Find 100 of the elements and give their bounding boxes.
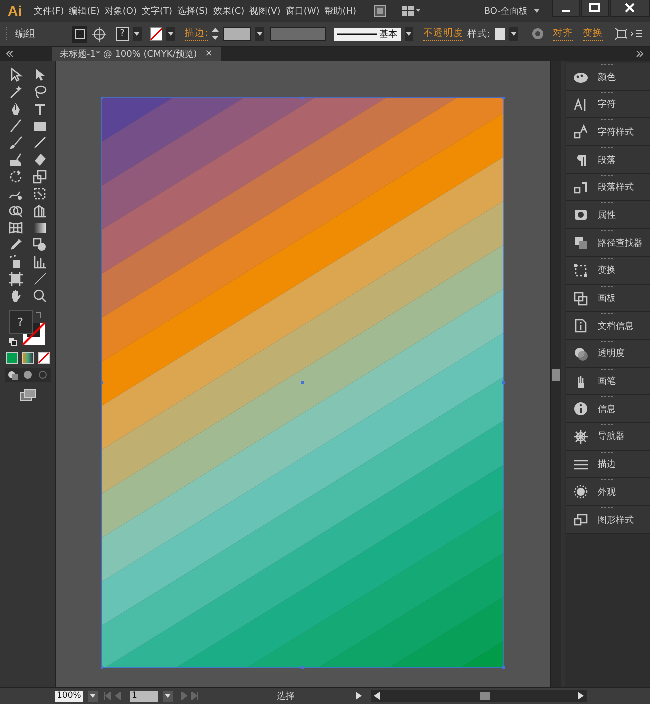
grip-icon[interactable] — [601, 174, 615, 177]
transform-link[interactable]: 变换 — [582, 27, 603, 41]
panel-tab[interactable]: 信息 — [566, 395, 650, 423]
default-colors-icon[interactable] — [8, 338, 16, 346]
menu-item[interactable]: 帮助(H) — [324, 4, 357, 18]
grip-icon[interactable] — [601, 368, 615, 371]
artboard-field[interactable]: 1 — [130, 690, 158, 702]
line-icon[interactable] — [8, 118, 24, 134]
horizontal-scrollbar[interactable] — [371, 690, 587, 702]
grip-icon[interactable] — [601, 313, 615, 316]
grip-icon[interactable] — [601, 424, 615, 426]
panel-tab[interactable]: 画板 — [566, 284, 650, 312]
menu-item[interactable]: 文件(F) — [34, 4, 64, 18]
grip-icon[interactable] — [601, 340, 615, 343]
collapse-icon[interactable] — [6, 51, 14, 57]
style-swatch[interactable] — [494, 28, 506, 40]
artboard-icon[interactable] — [8, 271, 24, 287]
recolor-icon[interactable] — [532, 28, 543, 40]
align-link[interactable]: 对齐 — [552, 27, 573, 41]
grip-icon[interactable] — [601, 230, 615, 232]
grip-icon[interactable] — [601, 452, 615, 454]
scroll-right-icon[interactable] — [578, 692, 584, 700]
play-arrow-icon[interactable] — [356, 692, 362, 700]
fill-swatch[interactable]: ? — [116, 27, 129, 41]
mesh-icon[interactable] — [8, 220, 24, 236]
close-icon[interactable] — [610, 0, 650, 17]
pencil-icon[interactable] — [32, 135, 48, 151]
grip-icon[interactable] — [601, 258, 615, 260]
spinner-icon[interactable] — [212, 27, 219, 41]
grip-icon[interactable] — [601, 147, 615, 150]
panel-tab[interactable]: 描边 — [566, 450, 650, 478]
draw-inside-icon[interactable] — [36, 370, 48, 380]
paragraph-style-icon — [573, 180, 589, 196]
grip-icon[interactable] — [601, 202, 615, 204]
panel-tab[interactable]: 字符样式 — [566, 118, 650, 146]
color-mode-icon[interactable] — [6, 352, 18, 364]
perspective-grid-icon[interactable] — [32, 203, 48, 219]
panel-tab[interactable]: 颜色 — [566, 63, 650, 91]
panel-tab[interactable]: 属性 — [566, 201, 650, 230]
draw-normal-icon[interactable] — [6, 370, 18, 380]
document-tab[interactable]: 未标题-1* @ 100% (CMYK/预览) × — [52, 47, 221, 61]
grip-icon[interactable] — [601, 396, 615, 398]
panel-tab[interactable]: 路径查找器 — [566, 229, 650, 257]
stroke-weight-field[interactable] — [222, 27, 252, 41]
panel-tab[interactable]: 透明度 — [566, 340, 650, 368]
stroke-link[interactable]: 描边: — [185, 27, 208, 41]
collapse-icon[interactable] — [636, 51, 644, 57]
gradient-icon[interactable] — [32, 220, 48, 236]
draw-behind-icon[interactable] — [22, 370, 34, 380]
menu-item[interactable]: 编辑(E) — [69, 4, 100, 18]
menu-item[interactable]: 效果(C) — [213, 4, 245, 18]
bridge-icon[interactable] — [374, 5, 386, 17]
graphic-style-icon — [573, 512, 589, 528]
rotate-icon[interactable] — [8, 169, 24, 185]
panel-tab[interactable]: 外观 — [566, 478, 650, 506]
panel-tab[interactable]: 字符 — [566, 90, 650, 118]
bar-graph-icon[interactable] — [32, 254, 48, 270]
panel-tab[interactable]: 图形样式 — [566, 506, 650, 534]
free-transform-icon[interactable] — [32, 186, 48, 202]
grip-icon[interactable] — [601, 92, 615, 94]
blob-brush-icon[interactable] — [8, 152, 24, 168]
menu-item[interactable]: 对象(O) — [104, 4, 138, 18]
workspace-switcher[interactable]: BO-全面板 — [484, 4, 528, 18]
minimize-icon[interactable] — [552, 0, 580, 17]
paintbrush-icon[interactable] — [8, 135, 24, 151]
menu-item[interactable]: 选择(S) — [178, 4, 208, 18]
blend-icon[interactable] — [32, 237, 48, 253]
transform-bounds-icon[interactable] — [614, 28, 628, 40]
fill-swatch[interactable]: ? — [8, 310, 32, 334]
panel-tab[interactable]: 文档信息 — [566, 312, 650, 340]
variable-width-field[interactable] — [270, 27, 326, 41]
opacity-link[interactable]: 不透明度 — [423, 27, 464, 41]
scroll-thumb[interactable] — [552, 369, 560, 381]
scroll-thumb[interactable] — [480, 692, 490, 700]
anchor-point-icon[interactable] — [91, 26, 106, 42]
menu-item[interactable]: 视图(V) — [250, 4, 281, 18]
arrange-documents-icon[interactable] — [402, 5, 422, 17]
stroke-none-swatch[interactable] — [150, 27, 162, 41]
panel-menu-icon[interactable] — [631, 30, 642, 38]
screen-mode-icon[interactable] — [20, 389, 36, 401]
panel-tab[interactable]: 导航器 — [566, 422, 650, 451]
panel-tab[interactable]: 变换 — [566, 256, 650, 284]
grip-icon[interactable] — [601, 119, 615, 122]
panel-tab[interactable]: 段落样式 — [566, 174, 650, 202]
menu-item[interactable]: 文字(T) — [142, 4, 173, 18]
panel-tab[interactable]: 段落 — [566, 146, 650, 174]
panel-tab[interactable]: 画笔 — [566, 368, 650, 396]
zoom-icon[interactable] — [32, 288, 48, 304]
menu-item[interactable]: 窗口(W) — [286, 4, 320, 18]
maximize-icon[interactable] — [581, 0, 609, 17]
grip-icon[interactable] — [601, 479, 615, 482]
stroke-profile-field[interactable]: 基本 — [334, 28, 400, 40]
zoom-field[interactable]: 100% — [55, 690, 83, 702]
none-mode-icon[interactable] — [38, 352, 50, 364]
scale-icon[interactable] — [32, 169, 48, 185]
isolate-group-icon[interactable] — [72, 26, 88, 42]
tab-close-button[interactable]: × — [205, 49, 213, 59]
gradient-mode-icon[interactable] — [22, 352, 34, 364]
caret-icon[interactable] — [534, 9, 540, 13]
scroll-left-icon[interactable] — [374, 692, 380, 700]
